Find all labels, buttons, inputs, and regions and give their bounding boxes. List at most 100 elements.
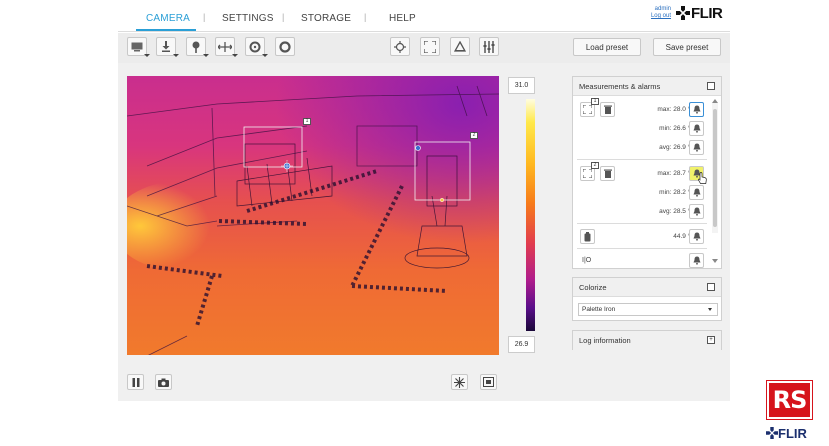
flir-mark-icon <box>676 6 690 20</box>
roi-2-label[interactable]: 2 <box>470 132 478 139</box>
colorize-header[interactable]: Colorize <box>573 278 721 297</box>
app-window: CAMERA | SETTINGS | STORAGE | HELP admin… <box>0 0 829 446</box>
flir-logo-text: FLIR <box>691 4 723 22</box>
delete-box-2-button[interactable] <box>600 166 615 181</box>
delete-box-1-button[interactable] <box>600 102 615 117</box>
scale-max-value[interactable]: 31.0 <box>508 77 535 94</box>
flir-bottom-text: FLIR <box>778 425 807 441</box>
bell-icon <box>693 256 700 265</box>
divider <box>577 159 707 160</box>
expand-log-icon[interactable]: + <box>707 336 715 344</box>
log-information-header[interactable]: Log information + <box>573 331 721 350</box>
pause-icon <box>132 377 139 387</box>
palette-select[interactable]: Palette Iron <box>578 303 718 316</box>
alarm-box-2-min[interactable] <box>689 185 704 200</box>
line-tool-icon <box>218 41 232 52</box>
load-preset-button[interactable]: Load preset <box>573 38 641 56</box>
scale-min-value[interactable]: 26.9 <box>508 336 535 353</box>
box-1-id: 1 <box>591 98 599 105</box>
download-button[interactable] <box>156 37 179 57</box>
bars-button[interactable] <box>479 37 499 56</box>
triangle-button[interactable] <box>450 37 470 56</box>
palette-value: Palette Iron <box>582 306 616 313</box>
alarm-box-1-max[interactable] <box>689 102 704 117</box>
io-label: I|O <box>582 257 592 264</box>
thermal-image[interactable]: 1 2 <box>127 76 499 355</box>
active-tab-indicator <box>136 29 196 31</box>
colorize-title: Colorize <box>579 282 607 292</box>
flir-mark-icon <box>766 427 778 439</box>
spot-meter-button[interactable] <box>580 229 595 244</box>
nav-separator: | <box>282 12 285 22</box>
min-marker-2 <box>415 145 421 151</box>
sparkle-icon <box>454 376 465 388</box>
log-information-panel: Log information + <box>572 330 722 350</box>
bell-icon <box>693 232 700 241</box>
trash-icon <box>603 169 612 178</box>
save-preset-button[interactable]: Save preset <box>653 38 721 56</box>
image-adjust-button[interactable] <box>451 374 468 390</box>
rs-logo: RS <box>767 381 812 419</box>
snapshot-button[interactable] <box>155 374 172 390</box>
camera-icon <box>158 378 169 387</box>
alarm-box-1-avg[interactable] <box>689 140 704 155</box>
line-tool-button[interactable] <box>215 37 238 57</box>
flir-logo: FLIR <box>676 4 723 22</box>
pause-button[interactable] <box>127 374 144 390</box>
bell-icon <box>693 143 700 152</box>
fullscreen-button[interactable] <box>420 37 440 56</box>
tab-help[interactable]: HELP <box>389 13 416 24</box>
triangle-icon <box>454 41 466 52</box>
flir-bottom-logo: FLIR <box>766 425 807 441</box>
bell-icon <box>693 188 700 197</box>
expand-icon <box>583 105 592 114</box>
spot-tool-button[interactable] <box>186 37 209 57</box>
monitor-icon <box>131 42 143 51</box>
expand-icon <box>583 169 592 178</box>
battery-icon <box>584 231 591 241</box>
thermal-scene <box>127 76 499 355</box>
circle-tool-button[interactable] <box>245 37 268 57</box>
collapse-checkbox[interactable] <box>707 82 715 90</box>
alarm-box-2-avg[interactable] <box>689 204 704 219</box>
crosshair-button[interactable] <box>390 37 410 56</box>
nav-separator: | <box>364 12 367 22</box>
logout-link[interactable]: Log out <box>649 13 671 20</box>
fit-image-button[interactable] <box>480 374 497 390</box>
trash-icon <box>603 105 612 114</box>
log-information-title: Log information <box>579 336 631 345</box>
crosshair-icon <box>394 40 406 53</box>
bars-icon <box>483 40 495 53</box>
fullscreen-icon <box>424 40 436 53</box>
fit-screen-icon <box>483 377 494 387</box>
user-info: admin Log out <box>649 6 671 20</box>
toolbar: Load preset Save preset <box>118 33 730 63</box>
scroll-up-icon <box>712 99 718 103</box>
measurements-header[interactable]: Measurements & alarms <box>573 77 721 96</box>
display-mode-button[interactable] <box>127 37 150 57</box>
bell-icon <box>693 207 700 216</box>
circle-outline-icon <box>279 40 291 53</box>
alarm-spot[interactable] <box>689 229 704 244</box>
bell-icon <box>693 124 700 133</box>
circle-tool-icon <box>249 41 261 52</box>
pin-icon <box>192 41 200 53</box>
hot-marker-2 <box>439 197 445 203</box>
circle-outline-button[interactable] <box>275 37 295 56</box>
alarm-io[interactable] <box>689 253 704 268</box>
box-2-id: 2 <box>591 162 599 169</box>
colorize-panel: Colorize Palette Iron <box>572 277 722 321</box>
tab-camera[interactable]: CAMERA <box>146 13 190 24</box>
divider <box>577 248 707 249</box>
scroll-down-icon <box>712 259 718 263</box>
alarm-box-1-min[interactable] <box>689 121 704 136</box>
top-navigation: CAMERA | SETTINGS | STORAGE | HELP <box>118 0 730 32</box>
tab-storage[interactable]: STORAGE <box>301 13 351 24</box>
tab-settings[interactable]: SETTINGS <box>222 13 274 24</box>
download-icon <box>162 41 170 52</box>
bell-icon <box>693 105 700 114</box>
username: admin <box>654 6 671 12</box>
colorize-collapse-checkbox[interactable] <box>707 283 715 291</box>
roi-1-label[interactable]: 1 <box>303 118 311 125</box>
measurements-scroll-thumb[interactable] <box>713 109 717 227</box>
